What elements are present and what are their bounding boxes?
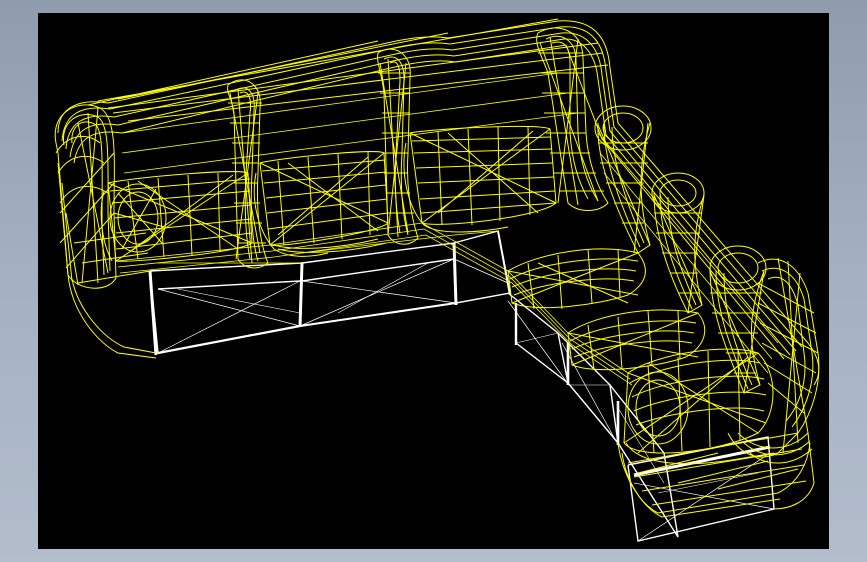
base-left bbox=[148, 262, 304, 356]
base-center bbox=[299, 242, 458, 327]
sofa-wireframe-drawing bbox=[54, 18, 820, 542]
right-armrest bbox=[727, 257, 820, 510]
sofa-base-frames bbox=[148, 230, 775, 542]
cad-viewport[interactable] bbox=[38, 13, 829, 549]
seat-2 bbox=[253, 150, 389, 257]
left-armrest bbox=[54, 104, 157, 359]
right-seat-2 bbox=[567, 309, 706, 371]
sofa-wireframe bbox=[54, 18, 820, 518]
seat-3 bbox=[403, 125, 557, 233]
seat-1 bbox=[100, 171, 253, 262]
base-right-3 bbox=[609, 384, 679, 538]
